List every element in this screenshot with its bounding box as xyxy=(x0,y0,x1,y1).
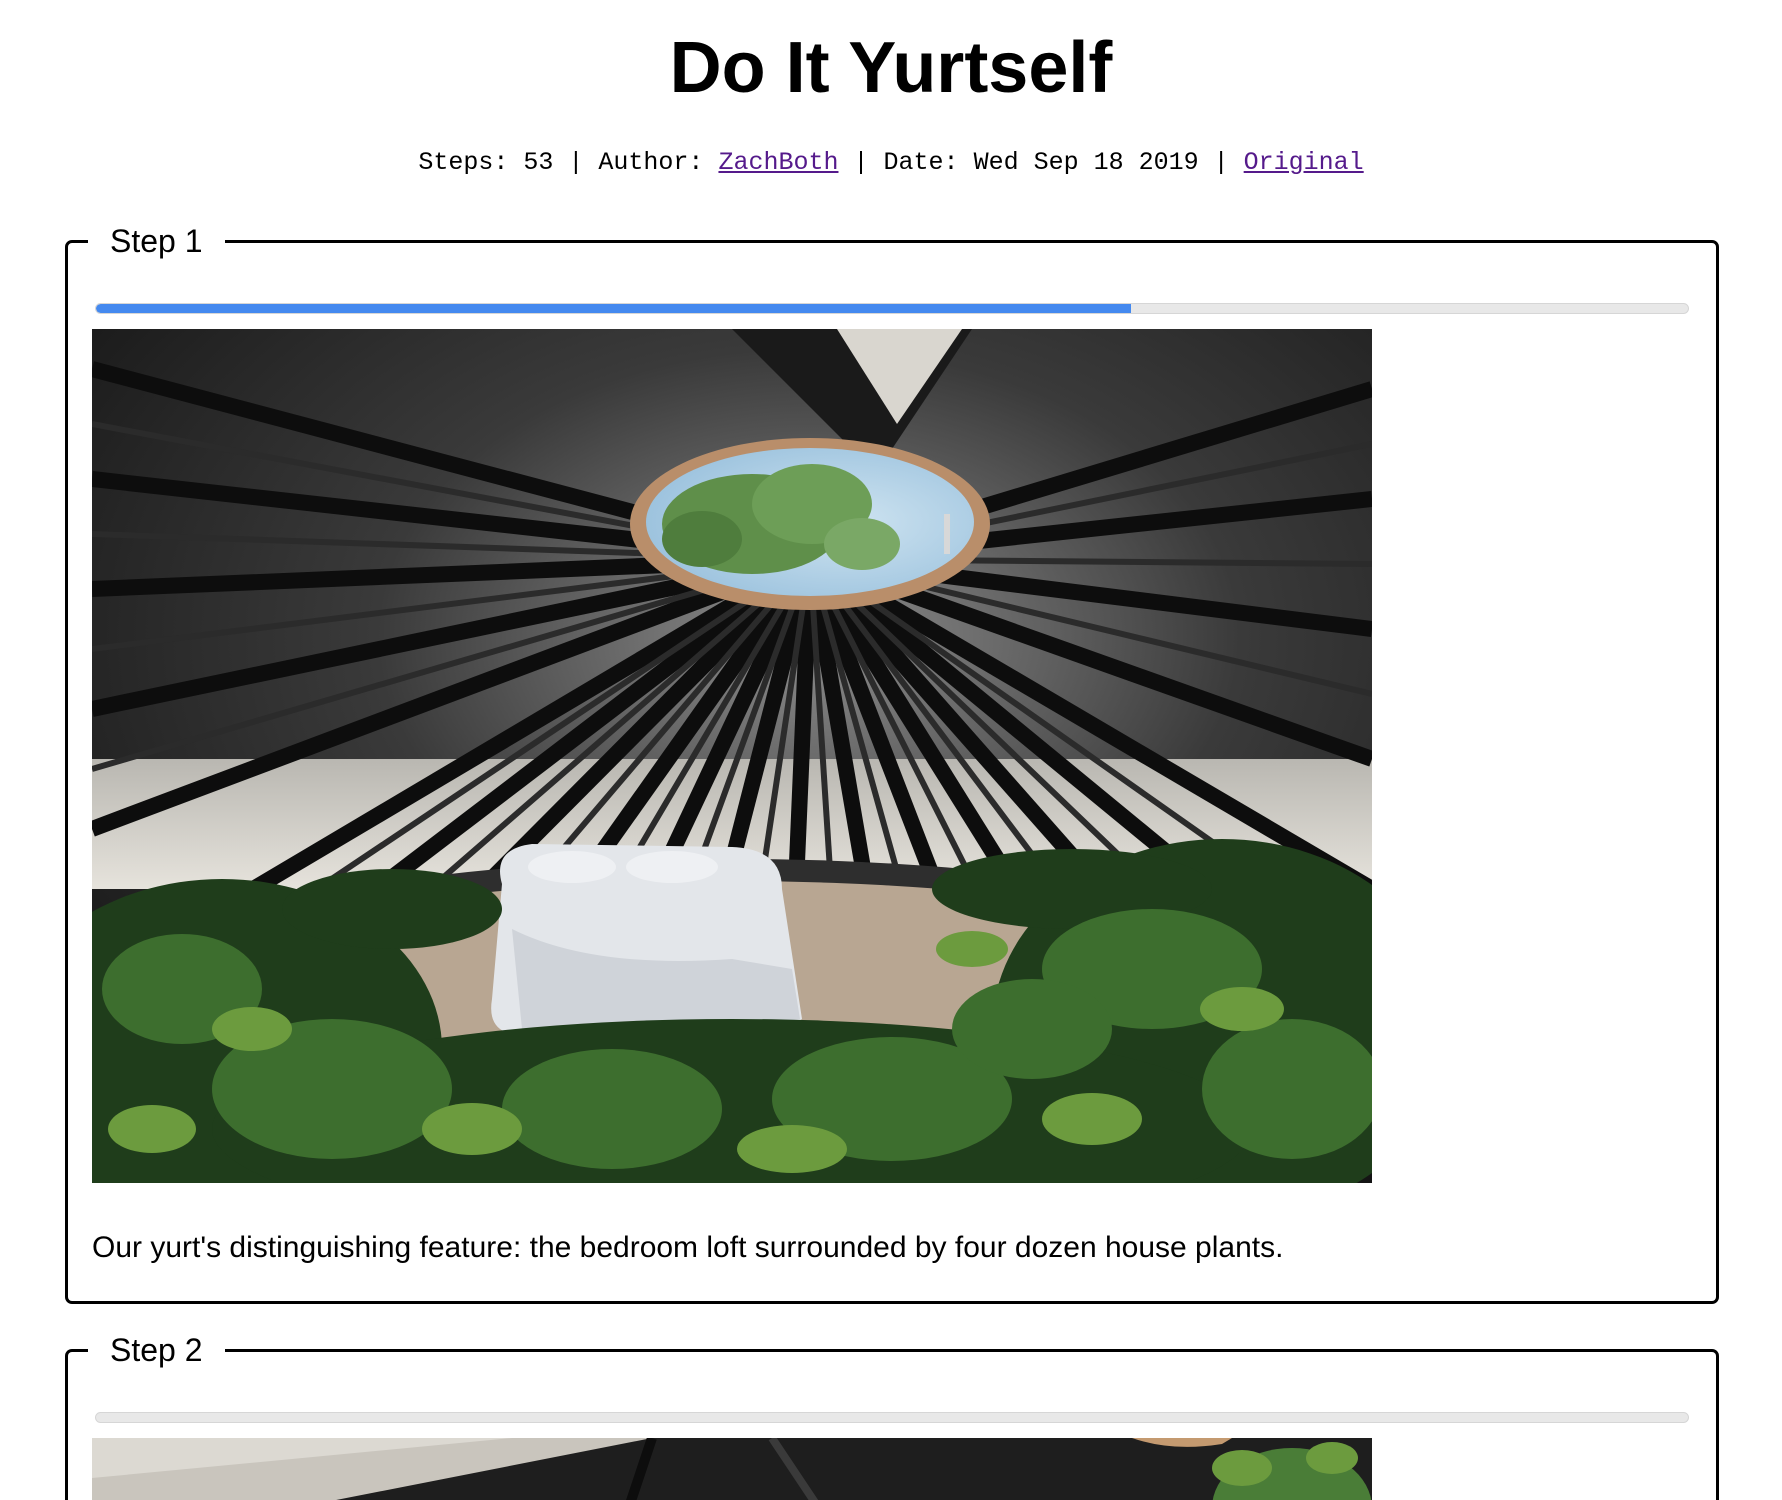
step-1-card: Step 1 Our yurt's distinguishing feature… xyxy=(65,223,1719,1304)
step-1-progress-bar xyxy=(95,303,1689,314)
date-label: Date: xyxy=(883,148,959,177)
step-2-photo xyxy=(92,1438,1372,1500)
step-1-legend: Step 1 xyxy=(110,223,203,259)
yurt-interior-image xyxy=(92,329,1372,1183)
author-link[interactable]: ZachBoth xyxy=(718,148,838,177)
article-meta: Steps: 53 | Author: ZachBoth | Date: Wed… xyxy=(0,146,1782,180)
page-title: Do It Yurtself xyxy=(669,28,1113,108)
step-1-progress-fill xyxy=(96,304,1131,313)
steps-label: Steps: xyxy=(418,148,509,177)
original-link[interactable]: Original xyxy=(1244,148,1364,177)
meta-separator: | xyxy=(568,148,584,177)
step-2-legend: Step 2 xyxy=(110,1332,203,1368)
steps-count: 53 xyxy=(523,148,554,177)
step-1-photo xyxy=(92,329,1372,1183)
step-1-caption: Our yurt's distinguishing feature: the b… xyxy=(92,1231,1284,1264)
step-2-progress-bar xyxy=(95,1412,1689,1423)
date-value: Wed Sep 18 2019 xyxy=(973,148,1199,177)
meta-separator: | xyxy=(1213,148,1229,177)
yurt-interior-image-2 xyxy=(92,1438,1372,1500)
author-label: Author: xyxy=(598,148,704,177)
meta-separator: | xyxy=(853,148,869,177)
step-2-card: Step 2 xyxy=(65,1332,1719,1500)
